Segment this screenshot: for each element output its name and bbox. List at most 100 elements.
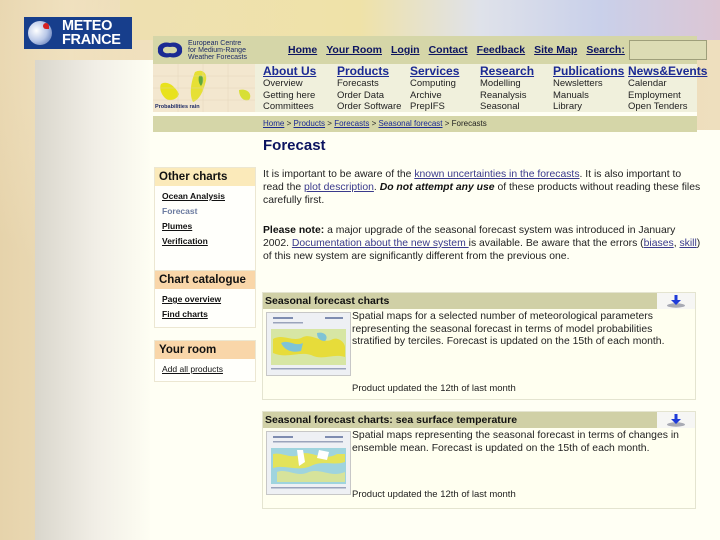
menu-products: Products Forecasts Order Data Order Soft… [337,64,401,113]
menu-item[interactable]: PrepIFS [410,101,459,113]
breadcrumb-products[interactable]: Products [293,119,325,128]
meteo-france-wordmark: METEO FRANCE [62,18,121,48]
menu-head-publications[interactable]: Publications [553,64,624,78]
seasonal-map-thumbnail[interactable] [266,312,351,376]
breadcrumb-seasonal-forecast[interactable]: Seasonal forecast [378,119,442,128]
link-plot-description[interactable]: plot description [304,182,374,193]
ecmwf-logo[interactable]: European Centre for Medium-Range Weather… [153,36,255,64]
background-fade [35,60,155,540]
link-documentation-new-system[interactable]: Documentation about the new system [292,238,469,249]
panel-updated-text: Product updated the 12th of last month [352,383,516,394]
download-arrow-icon [667,414,685,427]
menu-item[interactable]: Order Data [337,90,401,102]
menu-head-research[interactable]: Research [480,64,534,78]
wordmark-line1: METEO [62,18,113,34]
menu-item[interactable]: Calendar [628,78,707,90]
menu-head-news-events[interactable]: News&Events [628,64,707,78]
panel-updated-text: Product updated the 12th of last month [352,489,516,500]
nav-your-room[interactable]: Your Room [326,44,382,56]
sst-map-thumbnail[interactable] [266,431,351,495]
menu-item[interactable]: Open Tenders [628,101,707,113]
nav-contact[interactable]: Contact [429,44,468,56]
menu-item[interactable]: Seasonal [480,101,534,113]
meteo-france-logo: METEO FRANCE [24,17,132,49]
panel-description: Spatial maps for a selected number of me… [352,311,665,348]
sidebar-other-charts: Other charts Ocean Analysis Forecast Plu… [154,167,256,287]
menu-item[interactable]: Newsletters [553,78,624,90]
ecmwf-header: European Centre for Medium-Range Weather… [153,36,707,132]
sidebar-link-ocean-analysis[interactable]: Ocean Analysis [155,189,255,204]
menu-head-services[interactable]: Services [410,64,459,78]
product-panel-sea-surface-temperature: Seasonal forecast charts: sea surface te… [262,411,696,509]
sidebar-link-forecast[interactable]: Forecast [155,204,255,219]
nav-site-map[interactable]: Site Map [534,44,577,56]
sidebar-link-find-charts[interactable]: Find charts [155,307,255,322]
breadcrumb-forecasts[interactable]: Forecasts [334,119,369,128]
menu-item[interactable]: Overview [263,78,316,90]
link-skill[interactable]: skill [679,238,696,249]
warning-text: Do not attempt any use [379,182,495,193]
ecmwf-name-line3: Weather Forecasts [188,53,248,61]
sidebar-link-add-all-products[interactable]: Add all products [155,362,255,377]
menu-item[interactable]: Library [553,101,624,113]
breadcrumb-home[interactable]: Home [263,119,284,128]
sst-map-image [267,432,350,494]
ecmwf-name-line2: for Medium-Range [188,46,246,54]
search-input[interactable] [628,40,707,60]
sidebar-link-verification[interactable]: Verification [155,234,255,249]
ecmwf-logo-icon [157,42,183,58]
download-button[interactable] [657,412,695,428]
breadcrumb-separator: > [286,119,292,128]
page-title: Forecast [263,137,326,154]
forecast-map-image [267,313,350,375]
menu-item[interactable]: Getting here [263,90,316,102]
panel-header: Seasonal forecast charts [263,293,695,309]
menu-item[interactable]: Order Software [337,101,401,113]
note-text: is available. Be aware that the errors ( [468,238,644,249]
ecmwf-name-line1: European Centre [188,39,242,47]
breadcrumb-separator: > [444,119,450,128]
menu-publications: Publications Newsletters Manuals Library [553,64,624,113]
breadcrumb-separator: > [327,119,332,128]
wordmark-line2: FRANCE [62,32,121,48]
menu-item[interactable]: Reanalysis [480,90,534,102]
breadcrumb-bar: Home > Products > Forecasts > Seasonal f… [153,116,697,132]
map-caption: Probabilities rain [155,104,200,110]
main-menu: About Us Overview Getting here Committee… [255,64,707,113]
menu-item[interactable]: Modelling [480,78,534,90]
menu-item[interactable]: Forecasts [337,78,401,90]
menu-item[interactable]: Archive [410,90,459,102]
sidebar-link-plumes[interactable]: Plumes [155,219,255,234]
meteo-france-globe-icon [28,21,52,45]
nav-home[interactable]: Home [288,44,317,56]
panel-description: Spatial maps representing the seasonal f… [352,430,679,454]
background-banner [120,0,720,40]
ecmwf-name: European Centre for Medium-Range Weather… [188,40,247,61]
sidebar-heading: Chart catalogue [155,271,255,289]
breadcrumb: Home > Products > Forecasts > Seasonal f… [263,119,487,128]
menu-research: Research Modelling Reanalysis Seasonal [480,64,534,113]
sidebar-chart-catalogue: Chart catalogue Page overview Find chart… [154,270,256,328]
search-label: Search: [586,44,625,56]
menu-item[interactable]: Employment [628,90,707,102]
menu-item[interactable]: Committees [263,101,316,113]
panel-title[interactable]: Seasonal forecast charts [265,295,389,307]
breadcrumb-separator: > [371,119,377,128]
menu-item[interactable]: Computing [410,78,459,90]
nav-feedback[interactable]: Feedback [477,44,525,56]
probabilities-rain-map[interactable]: Probabilities rain [153,64,255,112]
download-arrow-icon [667,295,685,308]
panel-header: Seasonal forecast charts: sea surface te… [263,412,695,428]
nav-login[interactable]: Login [391,44,420,56]
panel-title[interactable]: Seasonal forecast charts: sea surface te… [265,414,517,426]
intro-text: It is important to be aware of the [263,169,415,180]
product-panel-seasonal-charts: Seasonal forecast charts Spatial maps fo… [262,292,696,400]
download-button[interactable] [657,293,695,309]
sidebar-link-page-overview[interactable]: Page overview [155,292,255,307]
menu-head-products[interactable]: Products [337,64,401,78]
menu-head-about-us[interactable]: About Us [263,64,316,78]
link-known-uncertainties[interactable]: known uncertainties in the forecasts [414,169,579,180]
link-biases[interactable]: biases [644,238,674,249]
note-label: Please note: [263,225,325,236]
menu-item[interactable]: Manuals [553,90,624,102]
